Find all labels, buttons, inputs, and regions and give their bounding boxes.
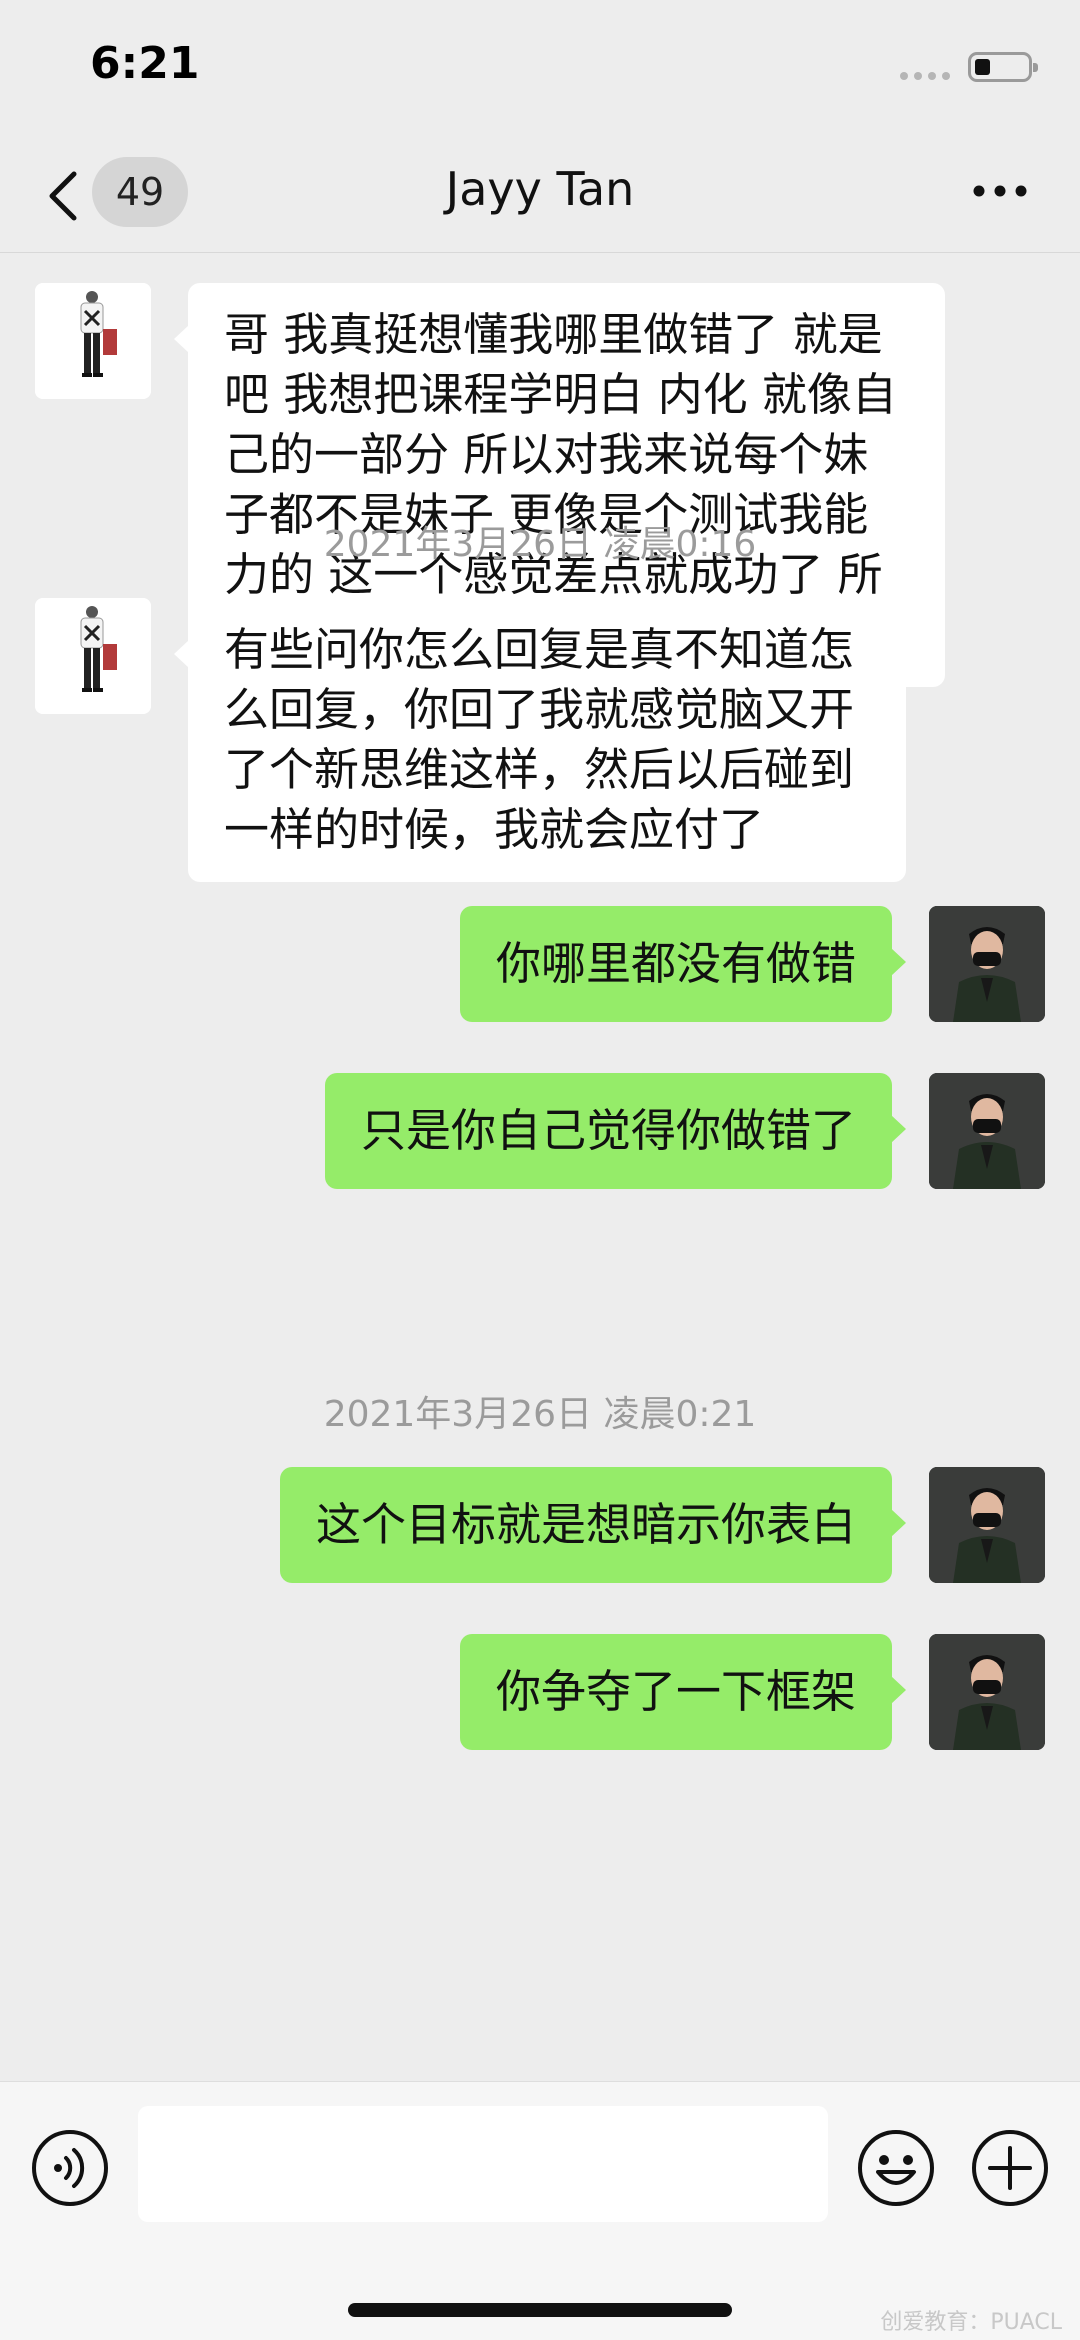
my-avatar[interactable] [929,1073,1045,1189]
battery-icon [968,52,1038,82]
my-avatar[interactable] [929,1634,1045,1750]
message-text: 你哪里都没有做错 [495,937,856,990]
voice-icon[interactable] [30,2128,110,2208]
emoji-icon[interactable] [856,2128,936,2208]
message-bubble-incoming[interactable]: 有些问你怎么回复是真不知道怎么回复，你回了我就感觉脑又开了个新思维这样，然后以后… [174,598,906,882]
status-bar: 6:21 [0,0,1080,140]
message-list[interactable]: 哥 我真挺想懂我哪里做错了 就是吧 我想把课程学明白 内化 就像自己的一部分 所… [0,253,1080,2081]
message-bubble-outgoing[interactable]: 这个目标就是想暗示你表白 [279,1467,906,1583]
watermark: 创爱教育：PUACL [880,2310,1062,2335]
message-bubble-outgoing[interactable]: 你争夺了一下框架 [459,1634,906,1750]
chat-header: 49 Jayy Tan [0,140,1080,253]
signal-icon [900,72,950,80]
home-indicator[interactable] [348,2303,732,2317]
plus-icon[interactable] [970,2128,1050,2208]
more-icon[interactable] [972,184,1028,198]
timestamp: 2021年3月26日 凌晨0:16 [323,524,757,565]
message-bubble-outgoing[interactable]: 你哪里都没有做错 [459,906,906,1022]
message-bubble-outgoing[interactable]: 只是你自己觉得你做错了 [324,1073,906,1189]
chat-title: Jayy Tan [445,162,635,216]
message-text: 有些问你怎么回复是真不知道怎么回复，你回了我就感觉脑又开了个新思维这样，然后以后… [224,623,855,856]
my-avatar[interactable] [929,906,1045,1022]
message-text: 只是你自己觉得你做错了 [360,1104,856,1157]
contact-avatar[interactable] [35,283,151,399]
input-bar: 创爱教育：PUACL [0,2081,1080,2340]
my-avatar[interactable] [929,1467,1045,1583]
message-text: 这个目标就是想暗示你表白 [315,1498,856,1551]
message-text: 你争夺了一下框架 [495,1665,856,1718]
status-time: 6:21 [90,38,200,89]
message-input[interactable] [138,2106,828,2222]
contact-avatar[interactable] [35,598,151,714]
timestamp: 2021年3月26日 凌晨0:21 [323,1394,757,1435]
